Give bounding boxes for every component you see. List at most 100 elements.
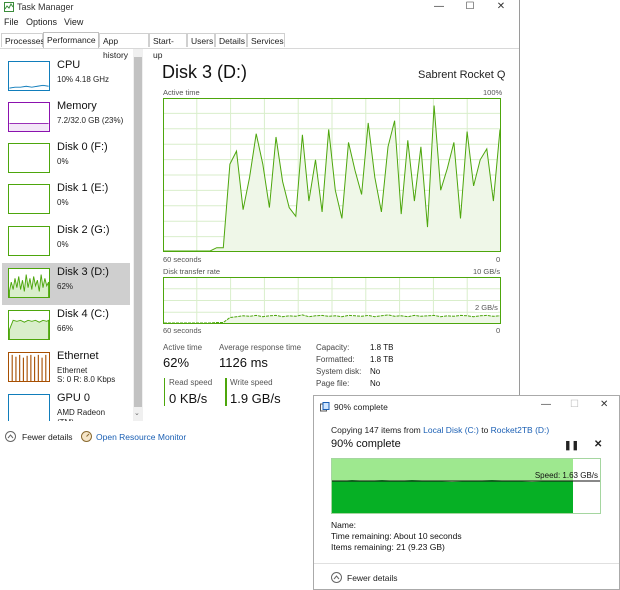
sidebar-item-memory[interactable]: Memory 7.2/32.0 GB (23%) (2, 97, 130, 139)
sidebar-item-disk-1[interactable]: Disk 1 (E:) 0% (2, 179, 130, 221)
copy-speed-graph: Speed: 1.63 GB/s (331, 458, 601, 514)
info-value: No (370, 367, 381, 376)
disk-4-thumbnail (8, 310, 50, 340)
sidebar-item-value: 10% 4.18 GHz (57, 75, 110, 84)
sidebar-item-label: Disk 4 (C:) (57, 308, 109, 320)
sidebar-scrollbar[interactable]: ⌄ (133, 49, 143, 421)
maximize-button: ☐ (570, 399, 579, 410)
copy-percent: 90% complete (331, 438, 401, 450)
sidebar-item-value: 0% (57, 198, 69, 207)
destination-link[interactable]: Rocket2TB (D:) (491, 425, 550, 435)
read-marker (164, 378, 165, 406)
memory-thumbnail (8, 102, 50, 132)
sidebar-item-ethernet[interactable]: Ethernet Ethernet S: 0 R: 8.0 Kbps (2, 347, 130, 389)
transfer-rate-mid: 2 GB/s (475, 303, 498, 312)
tab-bar: Processes Performance App history Start-… (0, 32, 519, 60)
sidebar-item-label: GPU 0 (57, 392, 91, 404)
sidebar-item-label: Disk 1 (E:) (57, 182, 109, 194)
menu-options[interactable]: Options (26, 17, 57, 27)
pause-button[interactable]: ❚❚ (564, 440, 579, 451)
sidebar-item-cpu[interactable]: CPU 10% 4.18 GHz (2, 56, 130, 98)
sidebar-item-label: Disk 3 (D:) (57, 266, 109, 278)
ethernet-thumbnail (8, 352, 50, 382)
close-button[interactable]: ✕ (486, 0, 516, 15)
copy-prefix: Copying 147 items from (331, 425, 424, 435)
sidebar-item-label: Disk 0 (F:) (57, 141, 108, 153)
gpu-thumbnail (8, 394, 50, 421)
resource-monitor-icon (81, 431, 92, 442)
chevron-up-icon[interactable] (5, 431, 16, 442)
info-key: Formatted: (316, 355, 355, 364)
minimize-button[interactable]: — (424, 0, 454, 15)
tab-app-history[interactable]: App history (99, 33, 149, 60)
active-time-max: 100% (483, 88, 503, 97)
sidebar-item-value: 62% (57, 282, 74, 291)
write-marker (225, 378, 227, 406)
stat-response-label: Average response time (219, 343, 302, 352)
stat-active-label: Active time (163, 343, 203, 352)
tab-users[interactable]: Users (187, 33, 215, 47)
tab-processes[interactable]: Processes (1, 33, 45, 47)
menu-bar: File Options View (0, 15, 519, 31)
transfer-rate-max: 10 GB/s (473, 267, 501, 276)
window-title: Task Manager (17, 2, 74, 12)
sidebar-item-disk-4[interactable]: Disk 4 (C:) 66% (2, 305, 130, 347)
open-resource-monitor-link[interactable]: Open Resource Monitor (96, 432, 186, 442)
info-value: 1.8 TB (370, 355, 394, 364)
minimize-button[interactable]: — (541, 399, 551, 410)
chevron-up-icon[interactable] (331, 572, 342, 583)
fewer-details-link[interactable]: Fewer details (347, 573, 398, 583)
tab-startup[interactable]: Start-up (149, 33, 187, 60)
speed-label: Speed: 1.63 GB/s (534, 471, 598, 480)
scroll-down-icon[interactable]: ⌄ (134, 409, 140, 417)
active-time-chart (163, 98, 501, 252)
title-bar: Task Manager — ☐ ✕ (0, 0, 519, 15)
transfer-x-right: 0 (496, 326, 501, 335)
info-value: 1.8 TB (370, 343, 394, 352)
tab-details[interactable]: Details (215, 33, 247, 47)
copy-description: Copying 147 items from Local Disk (C:) t… (331, 425, 549, 435)
page-title: Disk 3 (D:) (162, 62, 247, 82)
sidebar-item-value: 0% (57, 157, 69, 166)
task-manager-icon (4, 2, 14, 12)
stat-write-label: Write speed (230, 378, 273, 387)
sidebar-item-value: AMD Radeon (TM)... (57, 408, 106, 421)
time-remaining: Time remaining: About 10 seconds (331, 531, 462, 541)
copy-icon (320, 402, 330, 412)
source-link[interactable]: Local Disk (C:) (423, 425, 479, 435)
cpu-thumbnail (8, 61, 50, 91)
tab-performance[interactable]: Performance (43, 32, 99, 48)
transfer-rate-chart (163, 277, 501, 324)
stat-read-value: 0 KB/s (169, 391, 208, 406)
disk-1-thumbnail (8, 184, 50, 214)
cancel-button[interactable]: ✕ (594, 439, 602, 450)
sidebar-item-value: 66% (57, 324, 74, 333)
disk-0-thumbnail (8, 143, 50, 173)
sidebar-item-disk-3[interactable]: Disk 3 (D:) 62% (2, 263, 130, 305)
active-time-label: Active time (163, 88, 200, 97)
stat-response-value: 1126 ms (219, 355, 268, 370)
sidebar-item-gpu-0[interactable]: GPU 0 AMD Radeon (TM)... (2, 389, 130, 421)
sidebar-item-value: 0% (57, 240, 69, 249)
speed-area-chart (332, 480, 600, 513)
sidebar-item-disk-0[interactable]: Disk 0 (F:) 0% (2, 138, 130, 180)
sidebar-item-label: Ethernet (57, 350, 99, 362)
task-manager-window: Task Manager — ☐ ✕ File Options View Pro… (0, 0, 520, 450)
tab-services[interactable]: Services (247, 33, 285, 47)
menu-view[interactable]: View (64, 17, 83, 27)
scrollbar-thumb[interactable] (134, 57, 142, 407)
transfer-x-left: 60 seconds (163, 326, 202, 335)
info-key: Page file: (316, 379, 350, 388)
maximize-button[interactable]: ☐ (455, 0, 485, 15)
divider (314, 563, 619, 564)
sidebar-item-label: Disk 2 (G:) (57, 224, 110, 236)
sidebar-item-disk-2[interactable]: Disk 2 (G:) 0% (2, 221, 130, 263)
fewer-details-link[interactable]: Fewer details (22, 432, 73, 442)
stat-active-value: 62% (163, 355, 190, 370)
active-time-x-right: 0 (496, 255, 501, 264)
menu-file[interactable]: File (4, 17, 19, 27)
close-button[interactable]: ✕ (600, 399, 608, 410)
sidebar-item-label: CPU (57, 59, 81, 71)
info-key: System disk: (316, 367, 362, 376)
items-remaining: Items remaining: 21 (9.23 GB) (331, 542, 445, 552)
